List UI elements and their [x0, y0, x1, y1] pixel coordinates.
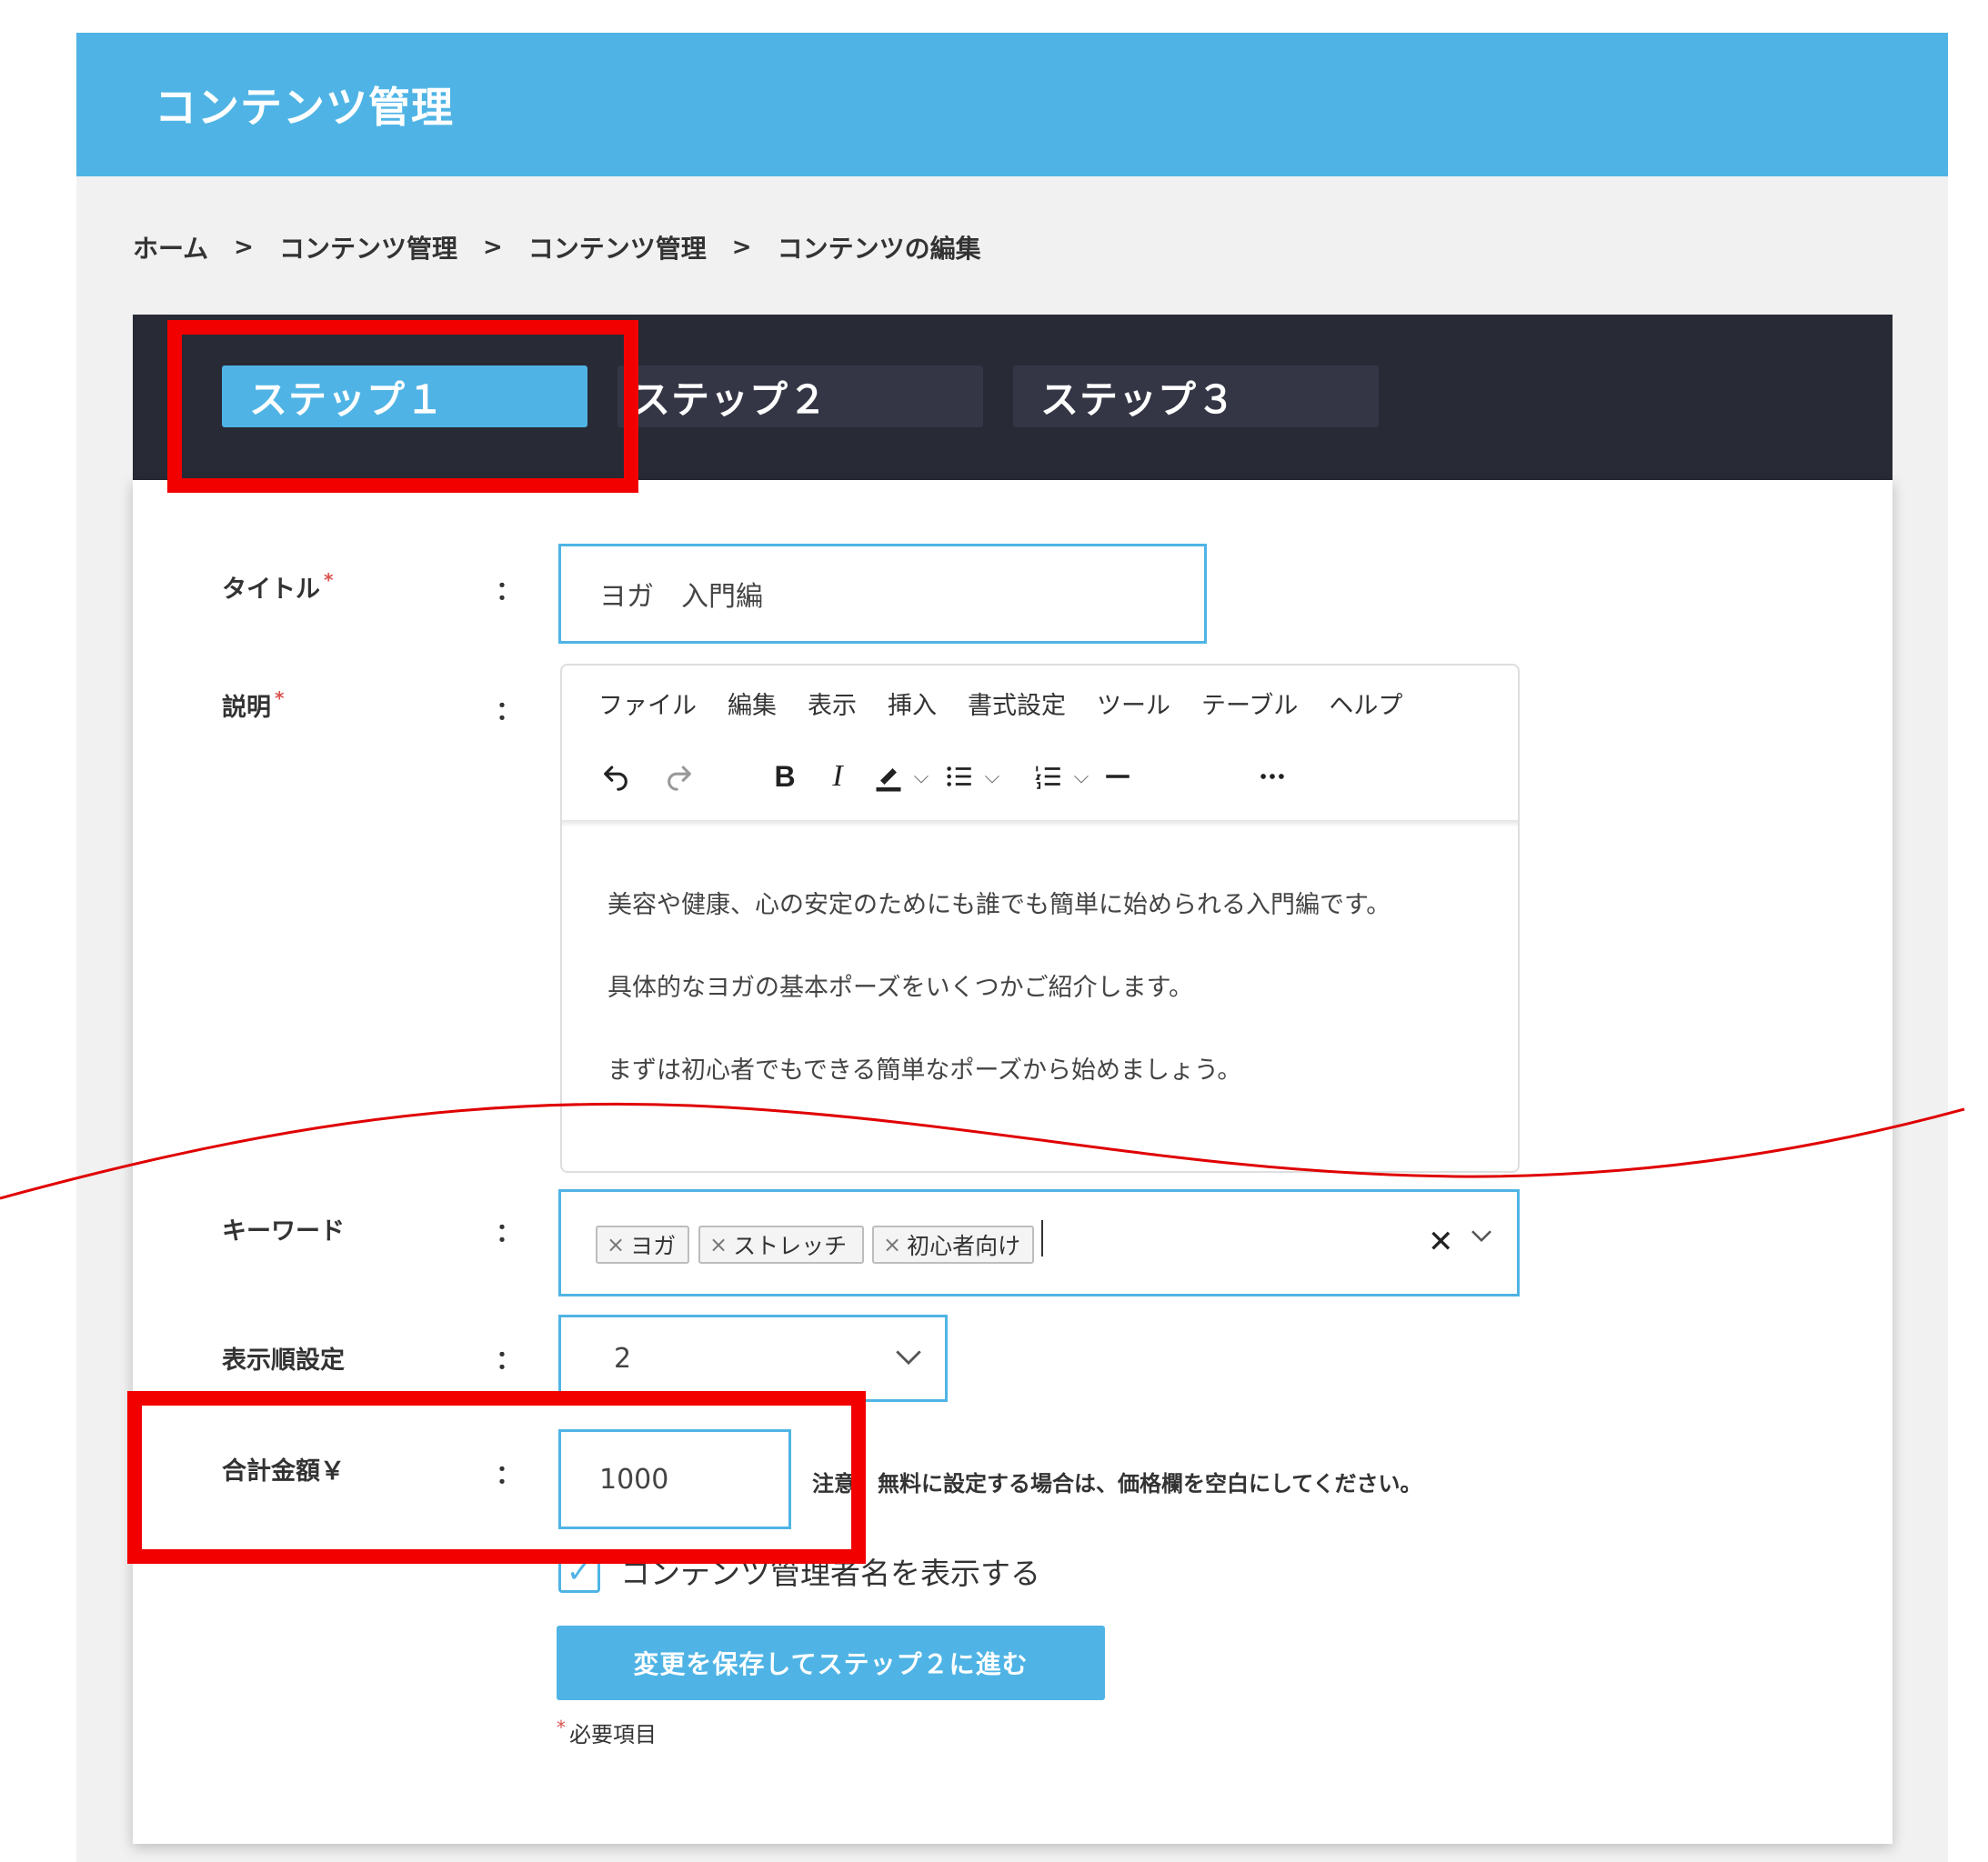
breadcrumb: ホーム > コンテンツ管理 > コンテンツ管理 > コンテンツの編集: [133, 229, 981, 265]
menu-view[interactable]: 表示: [808, 686, 857, 721]
header-title: コンテンツ管理: [155, 83, 454, 132]
breadcrumb-separator: >: [482, 234, 503, 261]
italic-icon[interactable]: I: [817, 753, 858, 800]
chevron-down-icon[interactable]: [893, 1340, 924, 1376]
tab-step-2[interactable]: ステップ２: [617, 365, 983, 427]
editor-paragraph: 具体的なヨガの基本ポーズをいくつかご紹介します。: [607, 974, 1193, 1002]
bullet-list-icon[interactable]: [939, 753, 980, 800]
horizontal-rule-icon[interactable]: [1097, 753, 1139, 800]
required-mark: *: [275, 687, 285, 709]
page-header: コンテンツ管理: [76, 33, 1948, 176]
bold-icon[interactable]: B: [764, 753, 806, 800]
display-order-label: 表示順設定: [222, 1346, 345, 1375]
breadcrumb-separator: >: [234, 234, 254, 261]
editor-paragraph: まずは初心者でもできる簡単なポーズから始めましょう。: [607, 1056, 1242, 1085]
editor-toolbar: B I ⌵ ⌵ ⌵: [595, 753, 1504, 800]
tab-step-3[interactable]: ステップ３: [1013, 365, 1379, 427]
remove-tag-icon[interactable]: ×: [709, 1232, 728, 1257]
rich-text-editor[interactable]: ファイル 編集 表示 挿入 書式設定 ツール テーブル ヘルプ B I ⌵ ⌵ …: [560, 664, 1520, 1173]
editor-menubar: ファイル 編集 表示 挿入 書式設定 ツール テーブル ヘルプ: [598, 686, 1433, 721]
menu-insert[interactable]: 挿入: [888, 686, 937, 721]
required-mark: *: [557, 1717, 566, 1738]
editor-content[interactable]: 美容や健康、心の安定のためにも誰でも簡単に始められる入門編です。 具体的なヨガの…: [607, 864, 1391, 1112]
chevron-down-icon[interactable]: ⌵: [980, 753, 1004, 800]
keyword-tag[interactable]: × 初心者向け: [872, 1226, 1034, 1264]
chevron-down-icon[interactable]: ⌵: [909, 753, 933, 800]
required-note: * 必要項目: [557, 1717, 657, 1748]
keyword-tag-label: ヨガ: [630, 1233, 677, 1259]
keyword-tag-label: ストレッチ: [733, 1233, 848, 1259]
menu-edit[interactable]: 編集: [728, 686, 777, 721]
keyword-tag[interactable]: × ストレッチ: [698, 1226, 864, 1264]
text-cursor: [1041, 1220, 1043, 1256]
keywords-label: キーワード: [222, 1217, 345, 1246]
highlight-box-price: [127, 1391, 866, 1564]
breadcrumb-contents-1[interactable]: コンテンツ管理: [279, 229, 457, 265]
breadcrumb-home[interactable]: ホーム: [133, 229, 208, 265]
title-input[interactable]: ヨガ 入門編: [558, 544, 1207, 644]
title-colon: ：: [496, 576, 522, 606]
undo-icon[interactable]: [595, 753, 637, 800]
title-label: タイトル *: [222, 569, 333, 605]
breadcrumb-current: コンテンツの編集: [777, 234, 981, 264]
menu-file[interactable]: ファイル: [598, 686, 697, 721]
required-note-text: 必要項目: [569, 1722, 657, 1747]
toolbar-divider: [562, 820, 1518, 827]
chevron-down-icon[interactable]: ⌵: [1069, 753, 1093, 800]
numbered-list-icon[interactable]: [1028, 753, 1069, 800]
display-order-select[interactable]: 2: [558, 1315, 948, 1402]
menu-table[interactable]: テーブル: [1201, 686, 1298, 721]
keyword-tag[interactable]: × ヨガ: [596, 1226, 689, 1264]
more-icon[interactable]: [1251, 753, 1293, 800]
menu-tools[interactable]: ツール: [1097, 686, 1170, 721]
highlight-icon[interactable]: [868, 753, 909, 800]
title-input-value: ヨガ 入門編: [599, 581, 763, 613]
keywords-colon: ：: [496, 1217, 522, 1247]
description-label-text: 説明: [222, 694, 271, 722]
breadcrumb-contents-2[interactable]: コンテンツ管理: [528, 229, 707, 265]
editor-paragraph: 美容や健康、心の安定のためにも誰でも簡単に始められる入門編です。: [607, 891, 1391, 919]
chevron-down-icon[interactable]: [1468, 1216, 1495, 1256]
description-colon: ：: [496, 696, 522, 726]
menu-format[interactable]: 書式設定: [968, 686, 1066, 721]
remove-tag-icon[interactable]: ×: [607, 1232, 625, 1257]
clear-icon[interactable]: ✕: [1428, 1224, 1454, 1260]
description-label: 説明 *: [222, 687, 284, 723]
display-order-value: 2: [614, 1342, 632, 1375]
required-mark: *: [324, 569, 334, 591]
keyword-tag-label: 初心者向け: [907, 1233, 1021, 1259]
redo-icon[interactable]: [658, 753, 700, 800]
menu-help[interactable]: ヘルプ: [1329, 686, 1402, 721]
display-order-colon: ：: [496, 1345, 522, 1375]
remove-tag-icon[interactable]: ×: [883, 1232, 901, 1257]
price-note: 注意：無料に設定する場合は、価格欄を空白にしてください。: [812, 1471, 1422, 1497]
title-label-text: タイトル: [222, 576, 320, 604]
highlight-box-step1: [167, 320, 638, 493]
save-and-next-button[interactable]: 変更を保存してステップ２に進む: [557, 1626, 1105, 1700]
breadcrumb-separator: >: [731, 234, 752, 261]
